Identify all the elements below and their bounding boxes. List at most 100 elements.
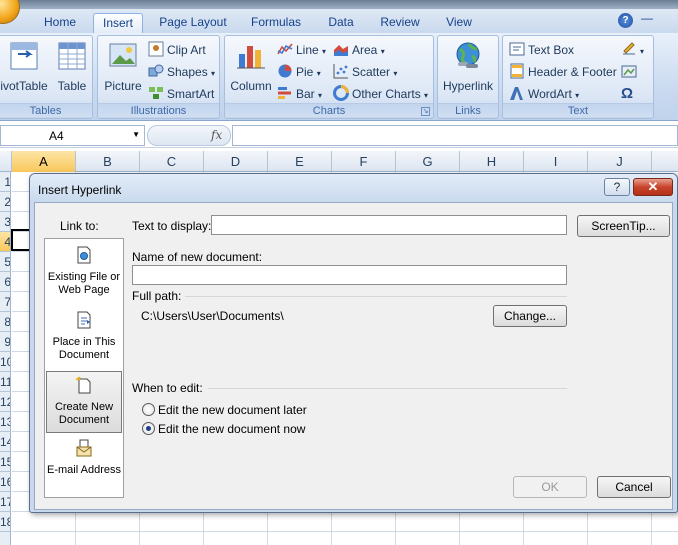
row-header[interactable]: 9 [0,332,10,352]
help-icon[interactable]: ? [618,13,633,28]
row-header[interactable]: 11 [0,372,10,392]
text-to-display-label: Text to display: [132,219,212,233]
row-header[interactable]: 2 [0,192,10,212]
table-button[interactable]: Table [52,38,92,93]
tab-view[interactable]: View [436,13,482,33]
link-to-place-line1: Place in This [52,336,116,348]
row-header[interactable]: 14 [0,432,10,452]
screentip-button[interactable]: ScreenTip... [577,215,670,237]
active-cell[interactable] [11,229,31,251]
shapes-button[interactable]: Shapes ▾ [148,62,215,82]
scatter-chart-button[interactable]: Scatter ▾ [333,62,397,82]
dialog-close-icon[interactable]: ✕ [633,178,673,196]
row-header[interactable]: 16 [0,472,10,492]
picture-button[interactable]: Picture [100,38,146,93]
area-chart-button[interactable]: Area ▾ [333,40,385,60]
link-to-existing-file-line1: Existing File or [47,271,121,283]
line-dropdown-icon: ▾ [322,47,327,56]
column-header[interactable]: G [396,151,460,172]
link-to-email-address[interactable]: E-mail Address [46,435,122,497]
area-chart-icon [334,45,348,56]
pivottable-button[interactable]: ivotTable [0,38,49,93]
link-to-panel: Existing File or Web Page Place in This … [44,238,124,498]
bar-chart-button[interactable]: Bar ▾ [277,84,322,104]
picture-icon [109,43,137,67]
other-charts-label: Other Charts [352,87,421,101]
ok-button[interactable]: OK [513,476,587,498]
row-header[interactable]: 3 [0,212,10,232]
pie-chart-label: Pie [296,65,314,79]
wordart-button[interactable]: WordArt ▾ [509,84,579,104]
clipart-button[interactable]: Clip Art [148,40,206,60]
row-header[interactable]: 17 [0,492,10,512]
link-to-existing-file[interactable]: Existing File or Web Page [46,242,122,304]
insert-function-icon[interactable]: fx [211,128,222,142]
row-header[interactable]: 12 [0,392,10,412]
clipart-icon [148,41,164,57]
row-header[interactable]: 10 [0,352,10,372]
edit-now-radio[interactable] [142,422,155,435]
column-header[interactable]: J [588,151,652,172]
column-header[interactable]: A [12,151,76,172]
cancel-button[interactable]: Cancel [597,476,671,498]
change-button[interactable]: Change... [493,305,567,327]
signature-line-button[interactable]: ▾ [621,40,644,60]
column-header[interactable]: B [76,151,140,172]
column-header[interactable]: E [268,151,332,172]
hyperlink-globe-icon [456,42,480,68]
group-illustrations: Picture Clip Art Shapes ▾ SmartArt Illus… [97,35,220,119]
tab-home[interactable]: Home [36,13,84,33]
tab-review[interactable]: Review [373,13,427,33]
pivottable-icon [10,42,38,70]
new-document-name-input[interactable] [132,265,567,285]
column-header[interactable]: C [140,151,204,172]
row-header[interactable]: 4 [0,232,10,252]
wordart-icon [510,87,523,100]
row-header[interactable]: 6 [0,272,10,292]
textbox-button[interactable]: Text Box [509,40,574,60]
formula-input[interactable] [232,125,678,146]
row-header[interactable]: 15 [0,452,10,472]
link-to-place-in-document[interactable]: Place in This Document [46,307,122,369]
column-chart-button[interactable]: Column [227,38,275,93]
link-to-create-new-document[interactable]: Create New Document [46,371,122,433]
column-header[interactable]: D [204,151,268,172]
tab-insert[interactable]: Insert [93,13,143,33]
column-header[interactable]: F [332,151,396,172]
omega-symbol-icon: Ω [621,85,634,102]
object-button[interactable] [621,62,640,82]
row-header[interactable]: 7 [0,292,10,312]
other-charts-button[interactable]: Other Charts ▾ [333,84,428,104]
tab-formulas[interactable]: Formulas [243,13,309,33]
ribbon-tabs: Home Insert Page Layout Formulas Data Re… [0,9,678,33]
edit-later-radio[interactable] [142,403,155,416]
charts-dialog-launcher-icon[interactable]: ↘ [421,107,430,116]
dialog-help-icon[interactable]: ? [604,178,630,196]
signature-dropdown-icon: ▾ [640,47,645,56]
select-all-corner[interactable] [0,151,12,172]
row-header[interactable]: 8 [0,312,10,332]
dialog-title: Insert Hyperlink [38,183,122,197]
row-header[interactable]: 5 [0,252,10,272]
smartart-button[interactable]: SmartArt [148,84,214,104]
symbol-button[interactable]: Ω [621,84,633,104]
line-chart-icon [277,43,293,55]
tab-page-layout[interactable]: Page Layout [152,13,234,33]
hyperlink-button[interactable]: Hyperlink [440,38,496,93]
minimize-ribbon-icon[interactable]: — [638,11,656,25]
row-header[interactable]: 1 [0,172,10,192]
row-header[interactable]: 13 [0,412,10,432]
edit-now-label[interactable]: Edit the new document now [158,422,305,436]
pie-chart-button[interactable]: Pie ▾ [277,62,321,82]
line-chart-button[interactable]: Line ▾ [277,40,326,60]
edit-later-label[interactable]: Edit the new document later [158,403,307,417]
row-header[interactable]: 18 [0,512,10,532]
name-box[interactable]: A4 ▼ [0,125,145,146]
column-header[interactable]: I [524,151,588,172]
dialog-titlebar[interactable]: Insert Hyperlink ? ✕ [30,174,677,202]
header-footer-button[interactable]: Header & Footer [509,62,617,82]
tab-data[interactable]: Data [318,13,364,33]
name-box-dropdown-icon[interactable]: ▼ [132,130,140,139]
column-header[interactable]: H [460,151,524,172]
text-to-display-input[interactable] [211,215,567,235]
